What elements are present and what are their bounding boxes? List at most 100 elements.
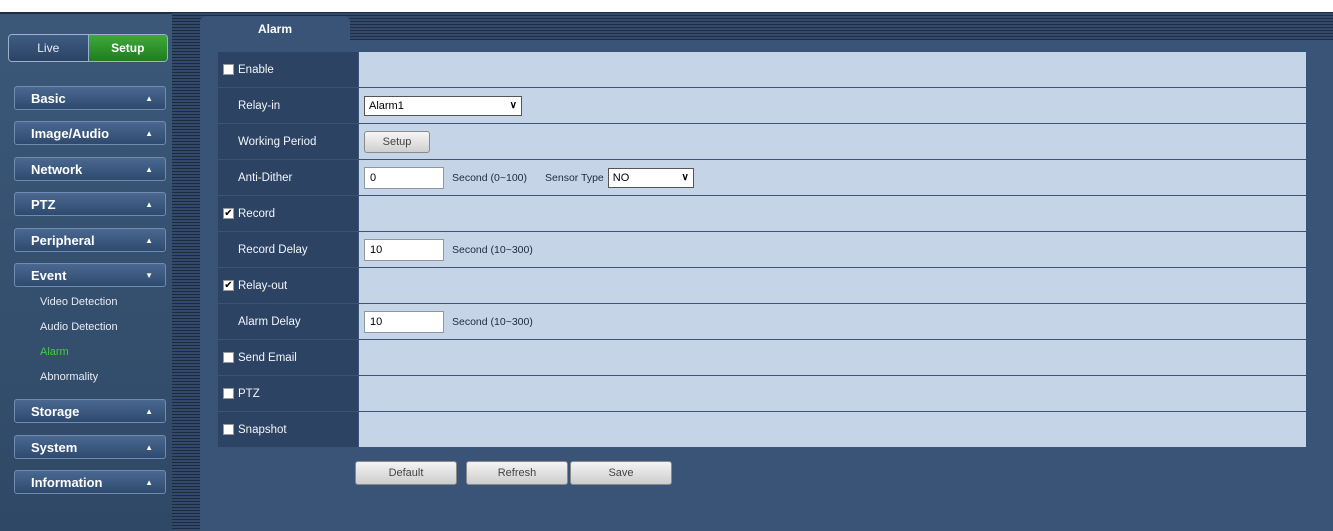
send-email-label-cell: Send Email [218,340,358,376]
alarm-delay-label: Alarm Delay [218,304,358,340]
alarm-delay-unit: Second (10~300) [452,315,533,328]
working-period-value-cell: Setup [358,124,1306,160]
snapshot-label-cell: Snapshot [218,412,358,448]
menu-network-label: Network [31,161,83,177]
expand-arrow-icon: ▲ [145,236,153,245]
sidebar-divider-strip [172,12,200,531]
anti-dither-value-cell: 0 Second (0~100) Sensor Type NO ∨ [358,160,1306,196]
menu-system[interactable]: System ▲ [14,435,166,459]
snapshot-value-cell [358,412,1306,448]
ptz-label-cell: PTZ [218,376,358,412]
anti-dither-input[interactable]: 0 [364,166,444,189]
enable-label: Enable [238,63,274,76]
ptz-checkbox[interactable] [223,388,234,399]
row-ptz: PTZ [218,376,1306,412]
expand-arrow-icon: ▲ [145,407,153,416]
live-button[interactable]: Live [9,35,88,61]
row-relay-out: ✔ Relay-out [218,268,1306,304]
send-email-label: Send Email [238,351,297,364]
relay-in-value-cell: Alarm1 ∨ [358,88,1306,124]
ptz-label: PTZ [238,387,260,400]
record-delay-unit: Second (10~300) [452,243,533,256]
menu-peripheral[interactable]: Peripheral ▲ [14,228,166,252]
relay-out-value-cell [358,268,1306,304]
relay-in-select[interactable]: Alarm1 ∨ [364,95,522,116]
anti-dither-unit: Second (0~100) [452,171,528,184]
expand-arrow-icon: ▲ [145,94,153,103]
tab-alarm[interactable]: Alarm [200,16,350,42]
row-enable: Enable [218,52,1306,88]
ptz-value-cell [358,376,1306,412]
relay-in-label: Relay-in [218,88,358,124]
sensor-type-select[interactable]: NO ∨ [607,167,694,188]
menu-information-label: Information [31,474,103,490]
row-snapshot: Snapshot [218,412,1306,448]
alarm-delay-input[interactable]: 10 [364,310,444,333]
record-delay-input[interactable]: 10 [364,238,444,261]
menu-network[interactable]: Network ▲ [14,157,166,181]
default-button[interactable]: Default [355,461,457,485]
mode-switch: Live Setup [8,34,168,62]
menu-ptz-label: PTZ [31,196,56,212]
menu-peripheral-label: Peripheral [31,232,95,248]
relay-out-checkbox[interactable]: ✔ [223,280,234,291]
working-period-setup-button[interactable]: Setup [364,130,430,153]
submenu-video-detection[interactable]: Video Detection [40,296,117,308]
menu-storage-label: Storage [31,403,80,419]
record-checkbox[interactable]: ✔ [223,208,234,219]
expand-arrow-icon: ▲ [145,443,153,452]
sensor-type-selected: NO [612,171,630,184]
menu-image-audio[interactable]: Image/Audio ▲ [14,121,166,145]
chevron-down-icon: ∨ [681,172,689,183]
relay-out-label-cell: ✔ Relay-out [218,268,358,304]
chevron-down-icon: ∨ [509,100,517,111]
enable-label-cell: Enable [218,52,358,88]
working-period-label: Working Period [218,124,358,160]
expand-arrow-icon: ▲ [145,478,153,487]
menu-storage[interactable]: Storage ▲ [14,399,166,423]
record-value-cell [358,196,1306,232]
expand-arrow-icon: ▲ [145,129,153,138]
expand-arrow-icon: ▲ [145,165,153,174]
snapshot-checkbox[interactable] [223,424,234,435]
menu-event[interactable]: Event ▼ [14,263,166,287]
setup-button[interactable]: Setup [87,35,167,61]
anti-dither-label: Anti-Dither [218,160,358,196]
relay-out-label: Relay-out [238,279,288,292]
row-relay-in: Relay-in Alarm1 ∨ [218,88,1306,124]
send-email-checkbox[interactable] [223,352,234,363]
snapshot-label: Snapshot [238,423,287,436]
row-record: ✔ Record [218,196,1306,232]
relay-in-selected: Alarm1 [369,99,404,112]
submenu-alarm[interactable]: Alarm [40,346,69,358]
menu-information[interactable]: Information ▲ [14,470,166,494]
row-send-email: Send Email [218,340,1306,376]
save-button[interactable]: Save [570,461,672,485]
alarm-delay-value-cell: 10 Second (10~300) [358,304,1306,340]
sidebar: Live Setup Basic ▲ Image/Audio ▲ Network… [0,12,172,531]
row-working-period: Working Period Setup [218,124,1306,160]
record-label-cell: ✔ Record [218,196,358,232]
refresh-button[interactable]: Refresh [466,461,568,485]
menu-basic[interactable]: Basic ▲ [14,86,166,110]
top-bar [200,12,1333,40]
row-anti-dither: Anti-Dither 0 Second (0~100) Sensor Type… [218,160,1306,196]
menu-system-label: System [31,439,78,455]
menu-basic-label: Basic [31,90,66,106]
row-record-delay: Record Delay 10 Second (10~300) [218,232,1306,268]
send-email-value-cell [358,340,1306,376]
record-delay-value-cell: 10 Second (10~300) [358,232,1306,268]
submenu-abnormality[interactable]: Abnormality [40,371,98,383]
record-delay-label: Record Delay [218,232,358,268]
record-label: Record [238,207,276,220]
menu-event-label: Event [31,267,67,283]
row-alarm-delay: Alarm Delay 10 Second (10~300) [218,304,1306,340]
submenu-audio-detection[interactable]: Audio Detection [40,321,118,333]
collapse-arrow-icon: ▼ [145,271,153,280]
menu-ptz[interactable]: PTZ ▲ [14,192,166,216]
menu-image-audio-label: Image/Audio [31,125,110,141]
sensor-type-label: Sensor Type [545,171,604,184]
enable-value-cell [358,52,1306,88]
enable-checkbox[interactable] [223,64,234,75]
expand-arrow-icon: ▲ [145,200,153,209]
